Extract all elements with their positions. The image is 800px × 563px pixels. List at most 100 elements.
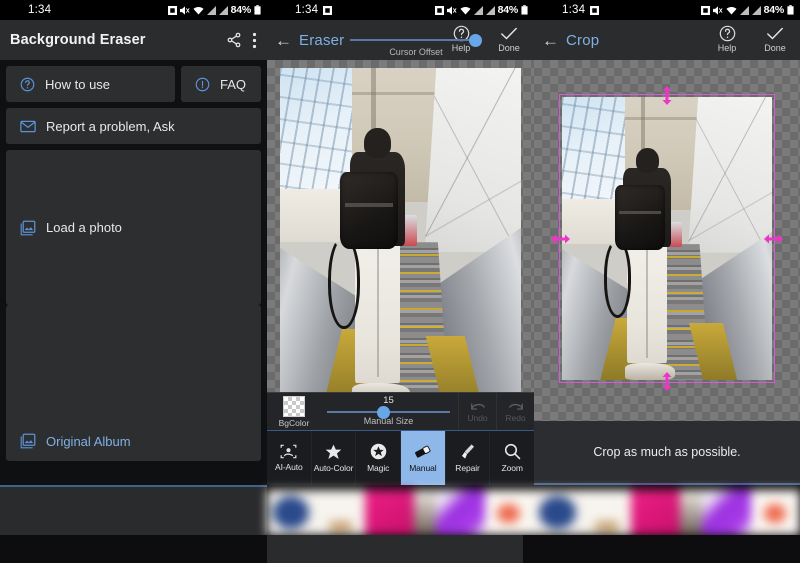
- manual-size-slider[interactable]: 15 Manual Size: [319, 393, 458, 431]
- menu-label: Report a problem, Ask: [46, 118, 175, 134]
- volume-off-icon: [446, 5, 457, 15]
- arrow-left-icon[interactable]: ←: [542, 32, 559, 49]
- thumbnail[interactable]: [315, 490, 365, 535]
- panel-home: 1:34 84% Background Eraser How to use FA…: [0, 0, 267, 485]
- done-label: Done: [764, 43, 786, 53]
- manual-size-label: Manual Size: [363, 415, 414, 426]
- help-circle-icon: [20, 77, 35, 92]
- thumbnail[interactable]: [582, 490, 632, 535]
- signal-icon: [218, 5, 228, 15]
- menu-label: FAQ: [220, 76, 247, 92]
- bottom-background: [0, 535, 800, 563]
- undo-button[interactable]: Undo: [458, 392, 496, 431]
- help-label: Help: [717, 43, 737, 53]
- tab-ai-auto[interactable]: AI-Auto: [267, 431, 312, 485]
- redo-label: Redo: [505, 412, 526, 423]
- thumbnail[interactable]: [751, 490, 800, 535]
- done-button[interactable]: Done: [492, 25, 526, 53]
- thumbnail[interactable]: [267, 490, 316, 535]
- left-handle[interactable]: [551, 230, 570, 247]
- tab-label: Magic: [367, 463, 390, 473]
- thumbnail[interactable]: [631, 490, 681, 535]
- menu-label: Load a photo: [46, 220, 122, 235]
- tab-label: Manual: [409, 462, 437, 473]
- share-icon[interactable]: [226, 32, 242, 48]
- star-icon: [325, 444, 342, 460]
- thumbnail[interactable]: [680, 490, 703, 535]
- cursor-offset-slider[interactable]: Cursor Offset: [350, 26, 482, 58]
- thumbnail[interactable]: [484, 490, 534, 535]
- eraser-tool-tabs: AI-Auto Auto-Color Magic Manual Repair Z…: [267, 430, 534, 485]
- volume-off-icon: [712, 5, 723, 15]
- help-circle-icon: [719, 25, 736, 42]
- eraser-header: ← Eraser Cursor Offset Help Done: [267, 20, 534, 60]
- tab-label: Repair: [455, 463, 480, 473]
- bgcolor-label: BgColor: [278, 417, 310, 428]
- brush-icon: [460, 443, 476, 460]
- eraser-toolbar: BgColor 15 Manual Size Undo Redo: [267, 392, 534, 431]
- panel-crop: 1:34 84% ← Crop Help Done Crop as much a…: [534, 0, 800, 485]
- screenshot-icon: [434, 5, 444, 15]
- status-clock: 1:34: [28, 4, 52, 16]
- crop-canvas[interactable]: [534, 60, 800, 441]
- thumbnail[interactable]: [364, 490, 414, 535]
- blurred-thumbnail-strip[interactable]: [267, 490, 800, 535]
- crop-selection-box[interactable]: [551, 86, 783, 391]
- menu-item-original-album[interactable]: Original Album: [6, 305, 261, 461]
- thumbnail[interactable]: [435, 490, 485, 535]
- eraser-canvas[interactable]: [267, 60, 534, 410]
- done-button[interactable]: Done: [758, 25, 792, 53]
- panel-eraser: 1:34 84% ← Eraser Cursor Offset Help Don…: [267, 0, 534, 485]
- help-button[interactable]: Help: [710, 25, 744, 53]
- more-vertical-icon[interactable]: [252, 32, 257, 49]
- bottom-handle[interactable]: [659, 372, 676, 391]
- arrow-left-icon[interactable]: ←: [275, 32, 292, 49]
- thumbnail[interactable]: [702, 490, 752, 535]
- redo-button[interactable]: Redo: [496, 392, 534, 431]
- battery-percent: 84%: [230, 4, 252, 16]
- ai-face-icon: [280, 444, 297, 459]
- menu-item-how-to-use[interactable]: How to use: [6, 66, 175, 102]
- volume-off-icon: [179, 5, 190, 15]
- tab-auto-color[interactable]: Auto-Color: [312, 431, 357, 485]
- bgcolor-button[interactable]: BgColor: [267, 395, 319, 428]
- screenshot-icon: [167, 5, 177, 15]
- person-on-escalator-photo[interactable]: [280, 68, 521, 403]
- check-icon: [766, 25, 784, 42]
- magic-star-icon: [370, 443, 387, 460]
- menu-label: Original Album: [46, 434, 131, 449]
- right-handle[interactable]: [764, 230, 783, 247]
- battery-icon: [787, 5, 794, 15]
- screenshot-icon: [323, 5, 333, 15]
- battery-percent: 84%: [497, 4, 519, 16]
- tab-manual[interactable]: Manual: [401, 431, 446, 485]
- thumbnail[interactable]: [413, 490, 436, 535]
- page-title: Background Eraser: [10, 32, 146, 48]
- image-icon: [20, 433, 36, 449]
- slider-knob[interactable]: [469, 34, 482, 47]
- signal-icon: [206, 5, 216, 15]
- status-clock: 1:34: [295, 4, 319, 16]
- battery-icon: [254, 5, 261, 15]
- menu-item-report-a-problem[interactable]: Report a problem, Ask: [6, 108, 261, 144]
- eraser-icon: [413, 444, 432, 460]
- signal-icon: [485, 5, 495, 15]
- menu-item-load-a-photo[interactable]: Load a photo: [6, 150, 261, 305]
- bottom-card: [267, 535, 523, 563]
- tab-label: Zoom: [501, 463, 523, 473]
- crop-hint-text: Crop as much as possible.: [534, 421, 800, 485]
- tab-label: Auto-Color: [313, 462, 354, 473]
- image-icon: [20, 220, 36, 236]
- screenshot-icon: [590, 5, 600, 15]
- info-circle-icon: [195, 77, 210, 92]
- menu-item-faq[interactable]: FAQ: [181, 66, 261, 102]
- tab-repair[interactable]: Repair: [446, 431, 491, 485]
- top-handle[interactable]: [659, 86, 676, 105]
- wifi-icon: [460, 6, 471, 15]
- check-icon: [500, 25, 518, 42]
- slider-track: [350, 39, 472, 41]
- tab-magic[interactable]: Magic: [356, 431, 402, 485]
- tab-zoom[interactable]: Zoom: [490, 431, 534, 485]
- thumbnail[interactable]: [533, 490, 583, 535]
- home-menu-list: How to use FAQ Report a problem, Ask Loa…: [0, 60, 267, 485]
